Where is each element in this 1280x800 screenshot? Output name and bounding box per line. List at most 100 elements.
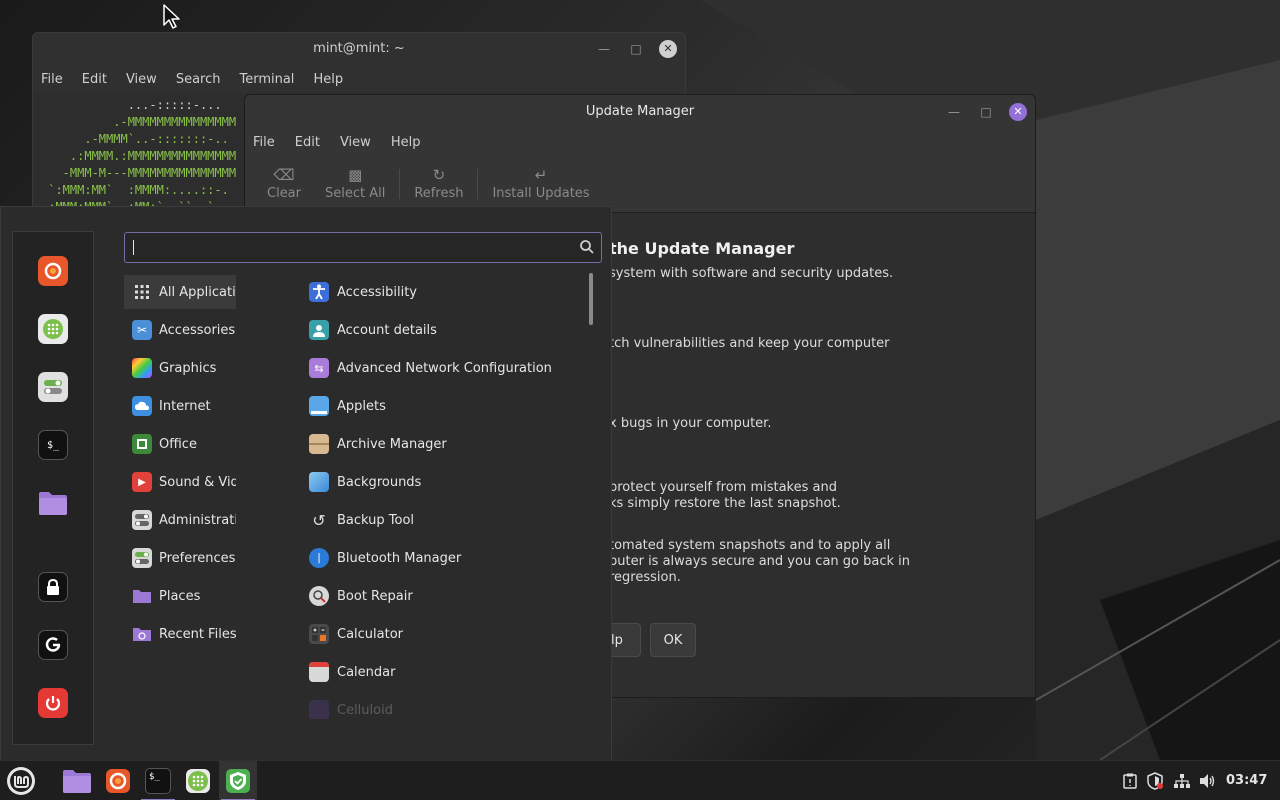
lock-screen-icon[interactable]: [38, 572, 68, 602]
maximize-icon[interactable]: □: [627, 40, 645, 58]
menu-terminal[interactable]: Terminal: [239, 72, 303, 87]
menu-file[interactable]: File: [41, 72, 72, 87]
category-administration[interactable]: Administration: [124, 503, 236, 537]
app-archive-manager[interactable]: Archive Manager: [303, 427, 583, 461]
category-accessories[interactable]: ✂ Accessories: [124, 313, 236, 347]
logout-icon[interactable]: [38, 630, 68, 660]
category-label: Graphics: [159, 360, 217, 376]
app-label: Applets: [337, 398, 386, 414]
files-icon[interactable]: [38, 488, 68, 518]
archive-icon: [309, 434, 329, 454]
app-backgrounds[interactable]: Backgrounds: [303, 465, 583, 499]
close-icon[interactable]: ✕: [1009, 103, 1027, 121]
close-icon[interactable]: ✕: [659, 40, 677, 58]
menu-button[interactable]: [2, 761, 40, 800]
menu-view[interactable]: View: [126, 72, 166, 87]
software-manager-icon[interactable]: [38, 314, 68, 344]
grid-icon: [132, 282, 152, 302]
clear-button[interactable]: ⌫ Clear: [255, 159, 313, 209]
category-office[interactable]: Office: [124, 427, 236, 461]
admin-icon: [132, 510, 152, 530]
app-celluloid[interactable]: Celluloid: [303, 693, 583, 719]
backup-icon: ↺: [312, 510, 326, 530]
search-icon[interactable]: [579, 239, 595, 255]
system-settings-icon[interactable]: [38, 372, 68, 402]
category-sound-video[interactable]: ▶ Sound & Video: [124, 465, 236, 499]
maximize-icon[interactable]: □: [977, 103, 995, 121]
graphics-icon: [132, 358, 152, 378]
clipboard-icon[interactable]: [1120, 761, 1140, 800]
ok-button[interactable]: OK: [650, 623, 696, 657]
app-accessibility[interactable]: Accessibility: [303, 275, 583, 309]
app-account-details[interactable]: Account details: [303, 313, 583, 347]
category-graphics[interactable]: Graphics: [124, 351, 236, 385]
software-manager-icon[interactable]: [179, 761, 217, 800]
volume-icon[interactable]: [1197, 761, 1219, 800]
app-label: Backgrounds: [337, 474, 422, 490]
category-all-applications[interactable]: All Applications: [124, 275, 236, 309]
application-menu: $_ All Applications ✂ Accessories: [0, 206, 612, 760]
welcome-text: regression.: [609, 570, 681, 585]
app-applets[interactable]: Applets: [303, 389, 583, 423]
menu-edit[interactable]: Edit: [295, 135, 320, 150]
app-label: Calculator: [337, 626, 404, 642]
update-manager-icon[interactable]: [219, 761, 257, 800]
app-list-scrollbar[interactable]: [589, 273, 593, 325]
welcome-text: puter is always secure and you can go ba…: [609, 554, 911, 569]
app-boot-repair[interactable]: Boot Repair: [303, 579, 583, 613]
menu-search[interactable]: Search: [176, 72, 230, 87]
refresh-button[interactable]: ↻ Refresh: [402, 159, 475, 209]
app-bluetooth-manager[interactable]: ᛁ Bluetooth Manager: [303, 541, 583, 575]
terminal-title: mint@mint: ~: [313, 41, 405, 56]
files-icon[interactable]: [58, 761, 96, 800]
shutdown-icon[interactable]: [38, 688, 68, 718]
firefox-icon[interactable]: [38, 256, 68, 286]
menu-file[interactable]: File: [253, 135, 275, 150]
menu-help[interactable]: Help: [391, 135, 421, 150]
welcome-text: protect yourself from mistakes and: [609, 480, 837, 495]
menu-help[interactable]: Help: [313, 72, 352, 87]
shield-update-icon[interactable]: [1145, 761, 1165, 800]
app-calendar[interactable]: Calendar: [303, 655, 583, 689]
boot-repair-icon: [309, 586, 329, 606]
calendar-icon: [309, 662, 329, 682]
category-preferences[interactable]: Preferences: [124, 541, 236, 575]
accessibility-icon: [309, 282, 329, 302]
backgrounds-icon: [309, 472, 329, 492]
menu-view[interactable]: View: [340, 135, 371, 150]
terminal-icon[interactable]: $_: [139, 761, 177, 800]
category-label: Internet: [159, 398, 211, 414]
bluetooth-icon: ᛁ: [309, 548, 329, 568]
recent-folder-icon: [132, 624, 152, 644]
category-recent-files[interactable]: Recent Files: [124, 617, 236, 651]
search-input[interactable]: [124, 232, 602, 263]
category-internet[interactable]: Internet: [124, 389, 236, 423]
update-manager-titlebar[interactable]: Update Manager — □ ✕: [245, 95, 1035, 129]
welcome-text: system with software and security update…: [609, 266, 894, 281]
select-all-button[interactable]: ▩ Select All: [313, 159, 397, 209]
app-label: Bluetooth Manager: [337, 550, 462, 566]
app-advanced-network-configuration[interactable]: ⇆ Advanced Network Configuration: [303, 351, 583, 385]
app-backup-tool[interactable]: ↺ Backup Tool: [303, 503, 583, 537]
select-all-icon: ▩: [348, 166, 363, 184]
terminal-icon[interactable]: $_: [38, 430, 68, 460]
favorites-bar: $_: [12, 231, 94, 745]
menu-edit[interactable]: Edit: [82, 72, 116, 87]
account-icon: [309, 320, 329, 340]
select-all-label: Select All: [325, 186, 386, 201]
toolbar-separator: [477, 168, 479, 199]
minimize-icon[interactable]: —: [595, 40, 613, 58]
install-updates-label: Install Updates: [492, 186, 590, 201]
app-calculator[interactable]: Calculator: [303, 617, 583, 651]
install-updates-button[interactable]: ↵ Install Updates: [480, 159, 601, 209]
firefox-icon[interactable]: [99, 761, 137, 800]
toolbar-separator: [399, 168, 401, 199]
minimize-icon[interactable]: —: [945, 103, 963, 121]
network-icon[interactable]: [1171, 761, 1193, 800]
category-places[interactable]: Places: [124, 579, 236, 613]
terminal-titlebar[interactable]: mint@mint: ~ — □ ✕: [33, 33, 685, 65]
cloud-icon: [132, 396, 152, 416]
app-label: Account details: [337, 322, 437, 338]
clock[interactable]: 03:47: [1226, 761, 1267, 800]
terminal-menubar: File Edit View Search Terminal Help: [33, 65, 685, 93]
